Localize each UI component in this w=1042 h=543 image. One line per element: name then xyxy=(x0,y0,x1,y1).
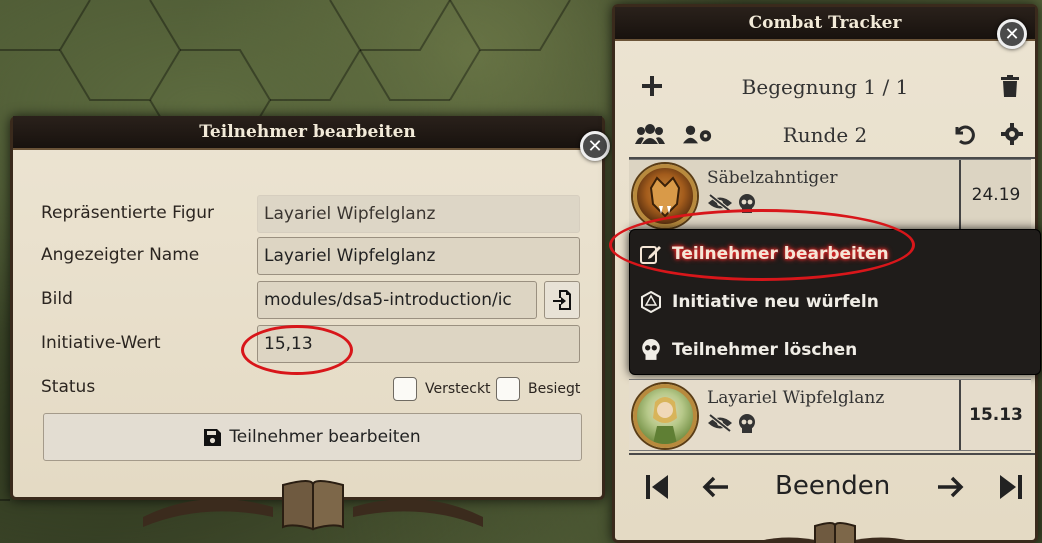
trash-icon xyxy=(1001,75,1019,97)
defeated-label: Besiegt xyxy=(528,381,581,397)
close-icon[interactable]: ✕ xyxy=(997,19,1027,49)
dialog-title[interactable]: Teilnehmer bearbeiten xyxy=(13,116,602,150)
status-label: Status xyxy=(41,377,96,397)
book-ornament-icon xyxy=(752,522,918,543)
initiative-label: Initiative-Wert xyxy=(41,333,161,353)
book-ornament-icon xyxy=(143,480,483,531)
tracker-separator xyxy=(629,453,1035,455)
undo-icon xyxy=(955,125,975,145)
menu-item-reroll-initiative[interactable]: Initiative neu würfeln xyxy=(630,278,1040,326)
defeated-checkbox[interactable] xyxy=(496,377,520,401)
delete-encounter-button[interactable] xyxy=(995,71,1025,101)
submit-button[interactable]: Teilnehmer bearbeiten xyxy=(43,413,582,461)
name-label: Angezeigter Name xyxy=(41,245,200,265)
name-row: Angezeigter Name Layariel Wipfelglanz xyxy=(41,237,580,275)
hidden-label: Versteckt xyxy=(425,381,491,397)
edit-combatant-dialog: Teilnehmer bearbeiten ✕ Repräsentierte F… xyxy=(10,116,610,531)
combatant-controls xyxy=(707,414,757,434)
menu-item-label: Initiative neu würfeln xyxy=(672,292,879,312)
avatar xyxy=(633,384,697,448)
combatant-row[interactable]: Layariel Wipfelglanz 15.13 xyxy=(629,379,1031,451)
name-input[interactable]: Layariel Wipfelglanz xyxy=(257,237,580,275)
dice-icon xyxy=(641,291,661,313)
image-row: Bild modules/dsa5-introduction/ic xyxy=(41,281,580,319)
annotation-circle xyxy=(241,325,353,375)
step-backward-icon xyxy=(646,475,668,499)
combat-tracker-title[interactable]: Combat Tracker xyxy=(615,7,1035,41)
menu-item-delete-combatant[interactable]: Teilnehmer löschen xyxy=(630,326,1040,374)
close-icon[interactable]: ✕ xyxy=(580,131,610,161)
image-label: Bild xyxy=(41,289,73,309)
settings-button[interactable] xyxy=(997,119,1027,149)
arrow-left-icon xyxy=(702,476,728,498)
actor-label: Repräsentierte Figur xyxy=(41,203,214,223)
submit-label: Teilnehmer bearbeiten xyxy=(229,427,421,447)
annotation-circle xyxy=(609,209,915,281)
combatant-name: Layariel Wipfelglanz xyxy=(707,388,885,408)
end-combat-button[interactable]: Beenden xyxy=(775,471,890,501)
gear-icon xyxy=(1001,123,1023,145)
arrow-right-icon xyxy=(938,476,964,498)
combat-tracker-window: Combat Tracker ✕ Begegnung 1 / 1 Runde 2… xyxy=(609,4,1041,543)
menu-item-label: Teilnehmer löschen xyxy=(672,340,858,360)
hidden-checkbox[interactable] xyxy=(393,377,417,401)
initiative-value[interactable]: 24.19 xyxy=(959,160,1031,230)
last-turn-button[interactable] xyxy=(993,469,1029,505)
encounter-label: Begegnung 1 / 1 xyxy=(741,75,909,99)
image-path-input[interactable]: modules/dsa5-introduction/ic xyxy=(257,281,537,319)
next-turn-button[interactable] xyxy=(933,469,969,505)
skull-icon[interactable] xyxy=(737,414,757,434)
eye-slash-icon[interactable] xyxy=(707,414,733,432)
actor-row: Repräsentierte Figur Layariel Wipfelglan… xyxy=(41,195,580,233)
file-picker-button[interactable] xyxy=(544,281,580,319)
combatant-name: Säbelzahntiger xyxy=(707,168,838,188)
file-import-icon xyxy=(553,290,571,310)
actor-field: Layariel Wipfelglanz xyxy=(257,195,580,233)
save-icon xyxy=(204,428,222,446)
skull-icon xyxy=(642,339,660,360)
first-turn-button[interactable] xyxy=(639,469,675,505)
initiative-value[interactable]: 15.13 xyxy=(959,380,1031,450)
step-forward-icon xyxy=(1000,475,1022,499)
reset-round-button[interactable] xyxy=(949,119,979,149)
previous-turn-button[interactable] xyxy=(697,469,733,505)
status-row: Status Versteckt Besiegt xyxy=(41,369,581,407)
